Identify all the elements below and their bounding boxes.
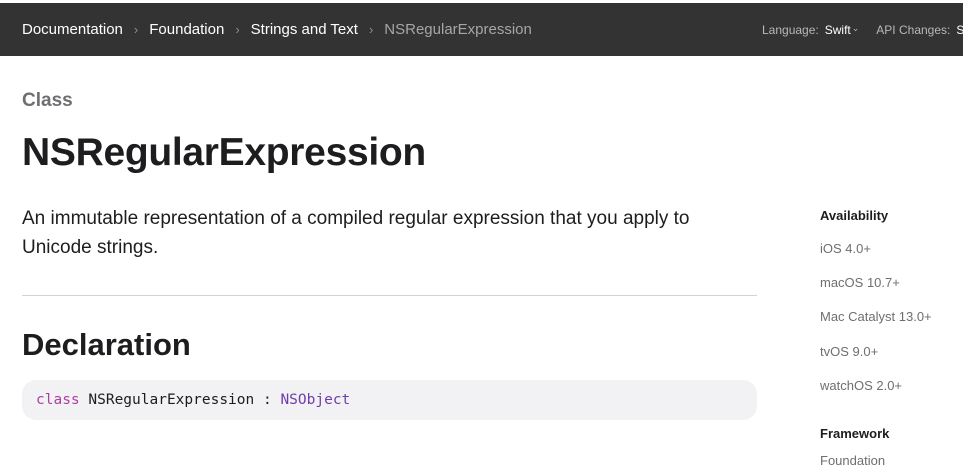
availability-mac-catalyst: Mac Catalyst 13.0+ — [820, 309, 932, 324]
language-selector[interactable]: Swift — [825, 23, 851, 37]
availability-heading: Availability — [820, 208, 889, 223]
api-changes-selector[interactable]: S — [956, 23, 963, 37]
availability-ios: iOS 4.0+ — [820, 241, 871, 256]
chevron-down-icon[interactable]: ⌄ — [852, 23, 860, 34]
language-label: Language: — [762, 22, 819, 37]
section-divider — [22, 295, 757, 296]
framework-link[interactable]: Foundation — [820, 453, 885, 468]
nav-preferences: Language: Swift ⌄ API Changes: S — [762, 3, 963, 56]
availability-watchos: watchOS 2.0+ — [820, 378, 903, 393]
availability-macos: macOS 10.7+ — [820, 275, 900, 290]
page-title: NSRegularExpression — [22, 131, 426, 174]
breadcrumb-current-page: NSRegularExpression — [384, 21, 532, 38]
breadcrumb-strings-and-text[interactable]: Strings and Text — [251, 21, 358, 38]
breadcrumb-foundation[interactable]: Foundation — [149, 21, 224, 38]
breadcrumb-separator-icon: › — [235, 22, 240, 37]
breadcrumb-separator-icon: › — [368, 22, 374, 37]
abstract-text: An immutable representation of a compile… — [22, 208, 690, 258]
breadcrumb-documentation[interactable]: Documentation — [22, 21, 123, 38]
declaration-code-block: class NSRegularExpression : NSObject — [22, 380, 757, 420]
code-class-name: NSRegularExpression : — [79, 392, 281, 408]
declaration-heading: Declaration — [22, 327, 191, 362]
availability-tvos: tvOS 9.0+ — [820, 344, 879, 359]
breadcrumb: Documentation › Foundation › Strings and… — [22, 3, 532, 56]
superclass-link[interactable]: NSObject — [280, 392, 350, 408]
top-navigation-bar: Documentation › Foundation › Strings and… — [0, 3, 963, 56]
breadcrumb-separator-icon: › — [133, 22, 139, 37]
api-changes-label: API Changes: — [876, 22, 951, 37]
code-keyword: class — [36, 392, 80, 408]
symbol-kind-label: Class — [22, 90, 73, 111]
framework-heading: Framework — [820, 426, 890, 441]
